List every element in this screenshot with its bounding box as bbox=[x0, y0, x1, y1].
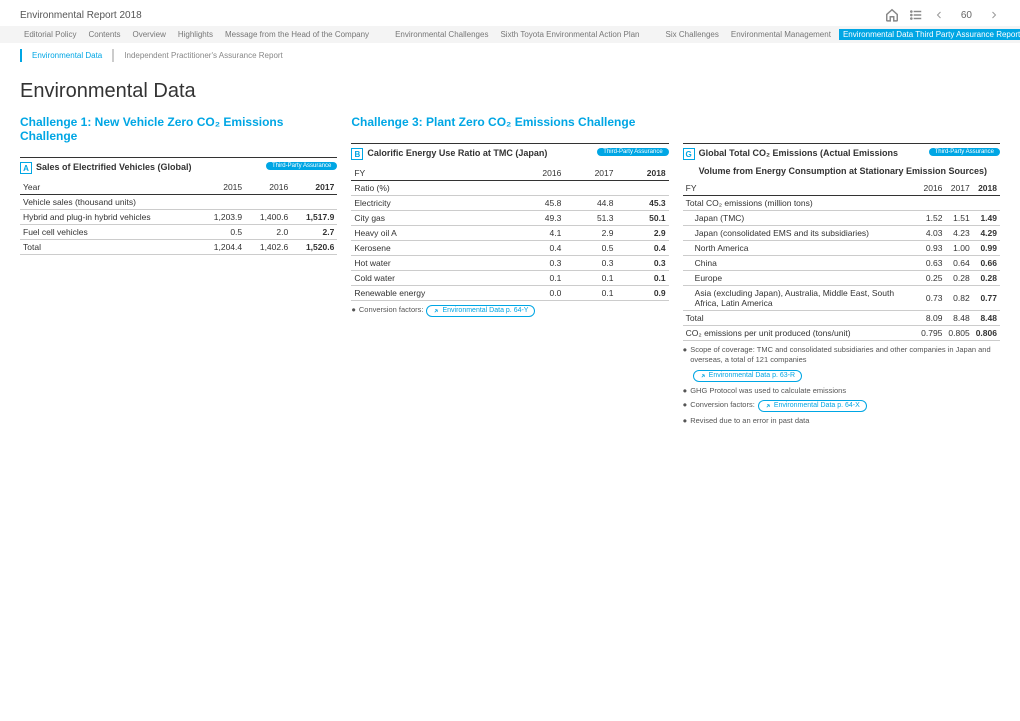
column-2: Challenge 3: Plant Zero CO₂ Emissions Ch… bbox=[351, 115, 668, 426]
table-row: Cold water0.10.10.1 bbox=[351, 271, 668, 286]
letter-box-g: G bbox=[683, 148, 695, 160]
pill-link[interactable]: Environmental Data p. 64-X bbox=[758, 400, 867, 412]
subnav-item-active[interactable]: Environmental Data bbox=[20, 49, 112, 62]
top-bar: Environmental Report 2018 60 bbox=[0, 0, 1020, 26]
document-title: Environmental Report 2018 bbox=[20, 10, 142, 21]
col-header: FY bbox=[351, 166, 512, 181]
rule bbox=[20, 157, 337, 158]
table-g: FY 2016 2017 2018 Total CO₂ emissions (m… bbox=[683, 181, 1000, 341]
table-row: Electricity45.844.845.3 bbox=[351, 196, 668, 211]
col-header: 2017 bbox=[564, 166, 616, 181]
col-header: 2016 bbox=[918, 181, 945, 196]
table-a-title: Sales of Electrified Vehicles (Global) bbox=[36, 162, 262, 173]
chevron-right-icon[interactable] bbox=[988, 8, 1000, 22]
table-row: Renewable energy0.00.10.9 bbox=[351, 286, 668, 301]
col-header: 2018 bbox=[616, 166, 668, 181]
col-header: 2017 bbox=[291, 180, 337, 195]
section-label: Vehicle sales (thousand units) bbox=[20, 195, 337, 210]
bullet-icon: ● bbox=[683, 386, 688, 397]
subnav-item[interactable]: Independent Practitioner's Assurance Rep… bbox=[112, 49, 293, 62]
footnote: ●Revised due to an error in past data bbox=[683, 416, 1000, 427]
letter-box-b: B bbox=[351, 148, 363, 160]
challenge-1-heading: Challenge 1: New Vehicle Zero CO₂ Emissi… bbox=[20, 115, 337, 143]
table-row: City gas49.351.350.1 bbox=[351, 211, 668, 226]
nav-item[interactable]: Six Challenges bbox=[662, 29, 723, 40]
table-b: FY 2016 2017 2018 Ratio (%) Electricity4… bbox=[351, 166, 668, 301]
nav-item[interactable]: Environmental Management bbox=[727, 29, 835, 40]
home-icon[interactable] bbox=[885, 8, 899, 22]
col-header: 2018 bbox=[973, 181, 1000, 196]
col-header: 2015 bbox=[199, 180, 245, 195]
bullet-icon: ● bbox=[351, 305, 356, 316]
section-label: Total CO₂ emissions (million tons) bbox=[683, 195, 1000, 210]
table-g-header: G Global Total CO₂ Emissions (Actual Emi… bbox=[683, 148, 1000, 160]
sub-nav: Environmental Data Independent Practitio… bbox=[0, 43, 1020, 74]
chevron-left-icon[interactable] bbox=[933, 8, 945, 22]
page-number: 60 bbox=[955, 10, 978, 21]
column-1: Challenge 1: New Vehicle Zero CO₂ Emissi… bbox=[20, 115, 337, 426]
list-icon[interactable] bbox=[909, 8, 923, 22]
nav-item[interactable]: Overview bbox=[129, 29, 170, 40]
column-3: G Global Total CO₂ Emissions (Actual Emi… bbox=[683, 115, 1000, 426]
assurance-badge: Third-Party Assurance bbox=[266, 162, 337, 170]
bullet-icon: ● bbox=[683, 345, 688, 356]
table-row: Kerosene0.40.50.4 bbox=[351, 241, 668, 256]
table-row: Total8.098.488.48 bbox=[683, 310, 1000, 325]
table-a-header: A Sales of Electrified Vehicles (Global)… bbox=[20, 162, 337, 174]
assurance-badge: Third-Party Assurance bbox=[597, 148, 668, 156]
table-row: CO₂ emissions per unit produced (tons/un… bbox=[683, 325, 1000, 340]
content-columns: Challenge 1: New Vehicle Zero CO₂ Emissi… bbox=[0, 115, 1020, 426]
footnote-link-row: Environmental Data p. 63-R bbox=[693, 370, 1000, 382]
table-a: Year 2015 2016 2017 Vehicle sales (thous… bbox=[20, 180, 337, 255]
table-row: China0.630.640.66 bbox=[683, 255, 1000, 270]
table-row: Japan (TMC)1.521.511.49 bbox=[683, 210, 1000, 225]
table-b-header: B Calorific Energy Use Ratio at TMC (Jap… bbox=[351, 148, 668, 160]
nav-item[interactable]: Sixth Toyota Environmental Action Plan bbox=[496, 29, 643, 40]
rule bbox=[351, 143, 668, 144]
nav-item[interactable]: Editorial Policy bbox=[20, 29, 80, 40]
page-title: Environmental Data bbox=[0, 74, 1020, 115]
table-row: Total1,204.41,402.61,520.6 bbox=[20, 240, 337, 255]
letter-box-a: A bbox=[20, 162, 32, 174]
footnote: ●Scope of coverage: TMC and consolidated… bbox=[683, 345, 1000, 366]
section-label: Ratio (%) bbox=[351, 181, 668, 196]
nav-strip: Editorial Policy Contents Overview Highl… bbox=[0, 26, 1020, 43]
table-row: Hybrid and plug-in hybrid vehicles1,203.… bbox=[20, 210, 337, 225]
pill-link[interactable]: Environmental Data p. 64-Y bbox=[426, 305, 535, 317]
challenge-3-heading: Challenge 3: Plant Zero CO₂ Emissions Ch… bbox=[351, 115, 668, 129]
nav-item[interactable]: Highlights bbox=[174, 29, 217, 40]
col-header: Year bbox=[20, 180, 199, 195]
pill-link[interactable]: Environmental Data p. 63-R bbox=[693, 370, 802, 382]
table-row: Asia (excluding Japan), Australia, Middl… bbox=[683, 285, 1000, 310]
table-row: Fuel cell vehicles0.52.02.7 bbox=[20, 225, 337, 240]
table-g-title: Global Total CO₂ Emissions (Actual Emiss… bbox=[699, 148, 925, 159]
table-row: Hot water0.30.30.3 bbox=[351, 256, 668, 271]
table-row: North America0.931.000.99 bbox=[683, 240, 1000, 255]
table-g-subtitle: Volume from Energy Consumption at Statio… bbox=[699, 166, 1000, 177]
bullet-icon: ● bbox=[683, 400, 688, 411]
bullet-icon: ● bbox=[683, 416, 688, 427]
footnote: ●GHG Protocol was used to calculate emis… bbox=[683, 386, 1000, 397]
nav-item-active[interactable]: Environmental Data Third Party Assurance… bbox=[839, 29, 1020, 40]
col-header: 2016 bbox=[512, 166, 564, 181]
footnote: ●Conversion factors:Environmental Data p… bbox=[683, 400, 1000, 412]
table-row: Heavy oil A4.12.92.9 bbox=[351, 226, 668, 241]
top-controls: 60 bbox=[885, 8, 1000, 22]
table-b-title: Calorific Energy Use Ratio at TMC (Japan… bbox=[367, 148, 593, 159]
table-row: Japan (consolidated EMS and its subsidia… bbox=[683, 225, 1000, 240]
nav-item[interactable]: Message from the Head of the Company bbox=[221, 29, 373, 40]
table-row: Europe0.250.280.28 bbox=[683, 270, 1000, 285]
col-header: FY bbox=[683, 181, 918, 196]
nav-item[interactable]: Environmental Challenges bbox=[391, 29, 492, 40]
col-header: 2016 bbox=[245, 180, 291, 195]
table-b-footnote: ● Conversion factors: Environmental Data… bbox=[351, 305, 668, 317]
assurance-badge: Third-Party Assurance bbox=[929, 148, 1000, 156]
nav-item[interactable]: Contents bbox=[84, 29, 124, 40]
col-header: 2017 bbox=[945, 181, 972, 196]
rule bbox=[683, 143, 1000, 144]
